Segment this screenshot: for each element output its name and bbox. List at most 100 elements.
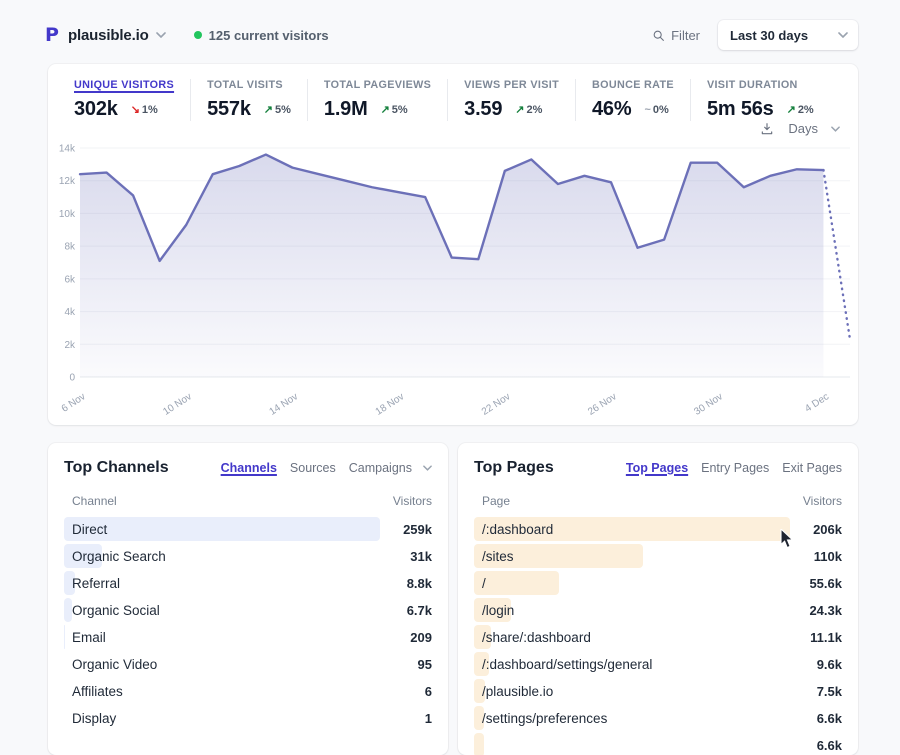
- table-row[interactable]: Display1: [64, 706, 432, 730]
- table-row[interactable]: /sites 110k: [474, 544, 842, 568]
- top-pages-panel: Top Pages Top Pages Entry Pages Exit Pages…: [458, 443, 858, 755]
- svg-text:26 Nov: 26 Nov: [586, 391, 619, 417]
- svg-text:4 Dec: 4 Dec: [803, 391, 831, 414]
- row-value: 55.6k: [790, 576, 842, 591]
- row-label: Display: [64, 711, 116, 726]
- stat-change: ~0%: [644, 104, 668, 116]
- bar-area: Affiliates: [64, 679, 380, 703]
- col-visitors: Visitors: [393, 494, 432, 508]
- table-row[interactable]: /login 24.3k: [474, 598, 842, 622]
- row-label: /settings/preferences: [474, 711, 607, 726]
- row-value: 6.6k: [790, 711, 842, 726]
- chevron-down-icon: [423, 465, 432, 471]
- table-row[interactable]: 6.6k: [474, 733, 842, 755]
- interval-label: Days: [788, 121, 818, 136]
- site-picker[interactable]: P plausible.io: [45, 24, 166, 46]
- site-name: plausible.io: [68, 27, 149, 44]
- tab-sources[interactable]: Sources: [290, 461, 336, 475]
- table-row[interactable]: Referral8.8k: [64, 571, 432, 595]
- stat-total-pageviews[interactable]: TOTAL PAGEVIEWS1.9M↗5%: [307, 79, 447, 121]
- chevron-down-icon: [838, 32, 848, 38]
- table-row[interactable]: Organic Search31k: [64, 544, 432, 568]
- tab-entry-pages[interactable]: Entry Pages: [701, 461, 769, 475]
- table-row[interactable]: / 55.6k: [474, 571, 842, 595]
- bar-area: Organic Search: [64, 544, 380, 568]
- visitors-area-chart: 02k4k6k8k10k12k14k6 Nov10 Nov14 Nov18 No…: [54, 140, 852, 420]
- stat-change: ↗5%: [264, 103, 291, 116]
- stat-unique-visitors[interactable]: UNIQUE VISITORS302k↘1%: [58, 79, 190, 121]
- row-label: /: [474, 576, 486, 591]
- tab-channels[interactable]: Channels: [221, 461, 277, 475]
- bar-area: Referral: [64, 571, 380, 595]
- stat-views-per-visit[interactable]: VIEWS PER VISIT3.59↗2%: [447, 79, 575, 121]
- search-icon: [652, 29, 665, 42]
- table-row[interactable]: /share/:dashboard11.1k: [474, 625, 842, 649]
- row-label: /login: [474, 603, 514, 618]
- svg-text:8k: 8k: [64, 242, 76, 253]
- row-value: 95: [380, 657, 432, 672]
- row-value: 110k: [790, 549, 842, 564]
- pages-table: /:dashboard206k/sites 110k / 55.6k/login 24.…: [474, 517, 842, 755]
- top-channels-panel: Top Channels ChannelsSourcesCampaigns Ch…: [48, 443, 448, 755]
- stat-change-value: 5%: [275, 104, 291, 116]
- table-row[interactable]: Email209: [64, 625, 432, 649]
- bar-area: /:dashboard/settings/general: [474, 652, 790, 676]
- tab-exit-pages[interactable]: Exit Pages: [782, 461, 842, 475]
- bar-area: Direct: [64, 517, 380, 541]
- table-row[interactable]: /:dashboard206k: [474, 517, 842, 541]
- interval-select[interactable]: Days: [788, 121, 840, 136]
- stat-total-visits[interactable]: TOTAL VISITS557k↗5%: [190, 79, 307, 121]
- tab-campaigns[interactable]: Campaigns: [349, 461, 432, 475]
- stats-row: UNIQUE VISITORS302k↘1%TOTAL VISITS557k↗5…: [48, 64, 858, 121]
- bar-area: /: [474, 571, 790, 595]
- row-label: Organic Social: [64, 603, 160, 618]
- row-value: 24.3k: [790, 603, 842, 618]
- stat-visit-duration[interactable]: VISIT DURATION5m 56s↗2%: [690, 79, 830, 121]
- table-row[interactable]: Organic Video95: [64, 652, 432, 676]
- svg-text:6k: 6k: [64, 274, 76, 285]
- filter-label: Filter: [671, 28, 700, 43]
- stat-change: ↗2%: [787, 103, 814, 116]
- top-channels-tabs: Channels Sources Campaigns: [221, 461, 432, 475]
- svg-text:30 Nov: 30 Nov: [692, 391, 725, 417]
- row-label: /plausible.io: [474, 684, 553, 699]
- table-row[interactable]: /plausible.io 7.5k: [474, 679, 842, 703]
- stat-change-value: 2%: [527, 104, 543, 116]
- bar-area: /plausible.io: [474, 679, 790, 703]
- stat-bounce-rate[interactable]: BOUNCE RATE46%~0%: [575, 79, 690, 121]
- current-visitors[interactable]: 125 current visitors: [194, 28, 329, 43]
- bar-area: /share/:dashboard: [474, 625, 790, 649]
- stat-label: VISIT DURATION: [707, 79, 814, 91]
- overview-card: UNIQUE VISITORS302k↘1%TOTAL VISITS557k↗5…: [48, 64, 858, 425]
- tab-label: Sources: [290, 461, 336, 475]
- table-row[interactable]: Organic Social6.7k: [64, 598, 432, 622]
- row-value: 9.6k: [790, 657, 842, 672]
- table-row[interactable]: Direct259k: [64, 517, 432, 541]
- svg-text:0: 0: [69, 373, 75, 384]
- row-value: 11.1k: [790, 630, 842, 645]
- svg-text:14k: 14k: [59, 144, 76, 155]
- stat-label: TOTAL VISITS: [207, 79, 291, 91]
- trend-up-icon: ↗: [381, 104, 390, 116]
- table-row[interactable]: /:dashboard/settings/general9.6k: [474, 652, 842, 676]
- svg-text:6 Nov: 6 Nov: [60, 391, 88, 414]
- tab-top-pages[interactable]: Top Pages: [626, 461, 688, 475]
- top-pages-title: Top Pages: [474, 459, 554, 477]
- bar-area: /:dashboard: [474, 517, 790, 541]
- table-row[interactable]: /settings/preferences 6.6k: [474, 706, 842, 730]
- row-label: /sites: [474, 549, 514, 564]
- download-icon[interactable]: [760, 122, 774, 136]
- bar-area: Display: [64, 706, 380, 730]
- stat-change: ↗2%: [515, 103, 542, 116]
- tab-label: Channels: [221, 461, 277, 475]
- stat-change-value: 0%: [653, 104, 669, 116]
- plausible-logo-icon: P: [45, 24, 59, 46]
- date-range-select[interactable]: Last 30 days: [718, 20, 858, 50]
- value-bar: [64, 517, 380, 541]
- svg-text:18 Nov: 18 Nov: [374, 391, 407, 417]
- row-value: 6: [380, 684, 432, 699]
- row-value: 7.5k: [790, 684, 842, 699]
- bar-area: /sites: [474, 544, 790, 568]
- filter-button[interactable]: Filter: [652, 28, 700, 43]
- table-row[interactable]: Affiliates6: [64, 679, 432, 703]
